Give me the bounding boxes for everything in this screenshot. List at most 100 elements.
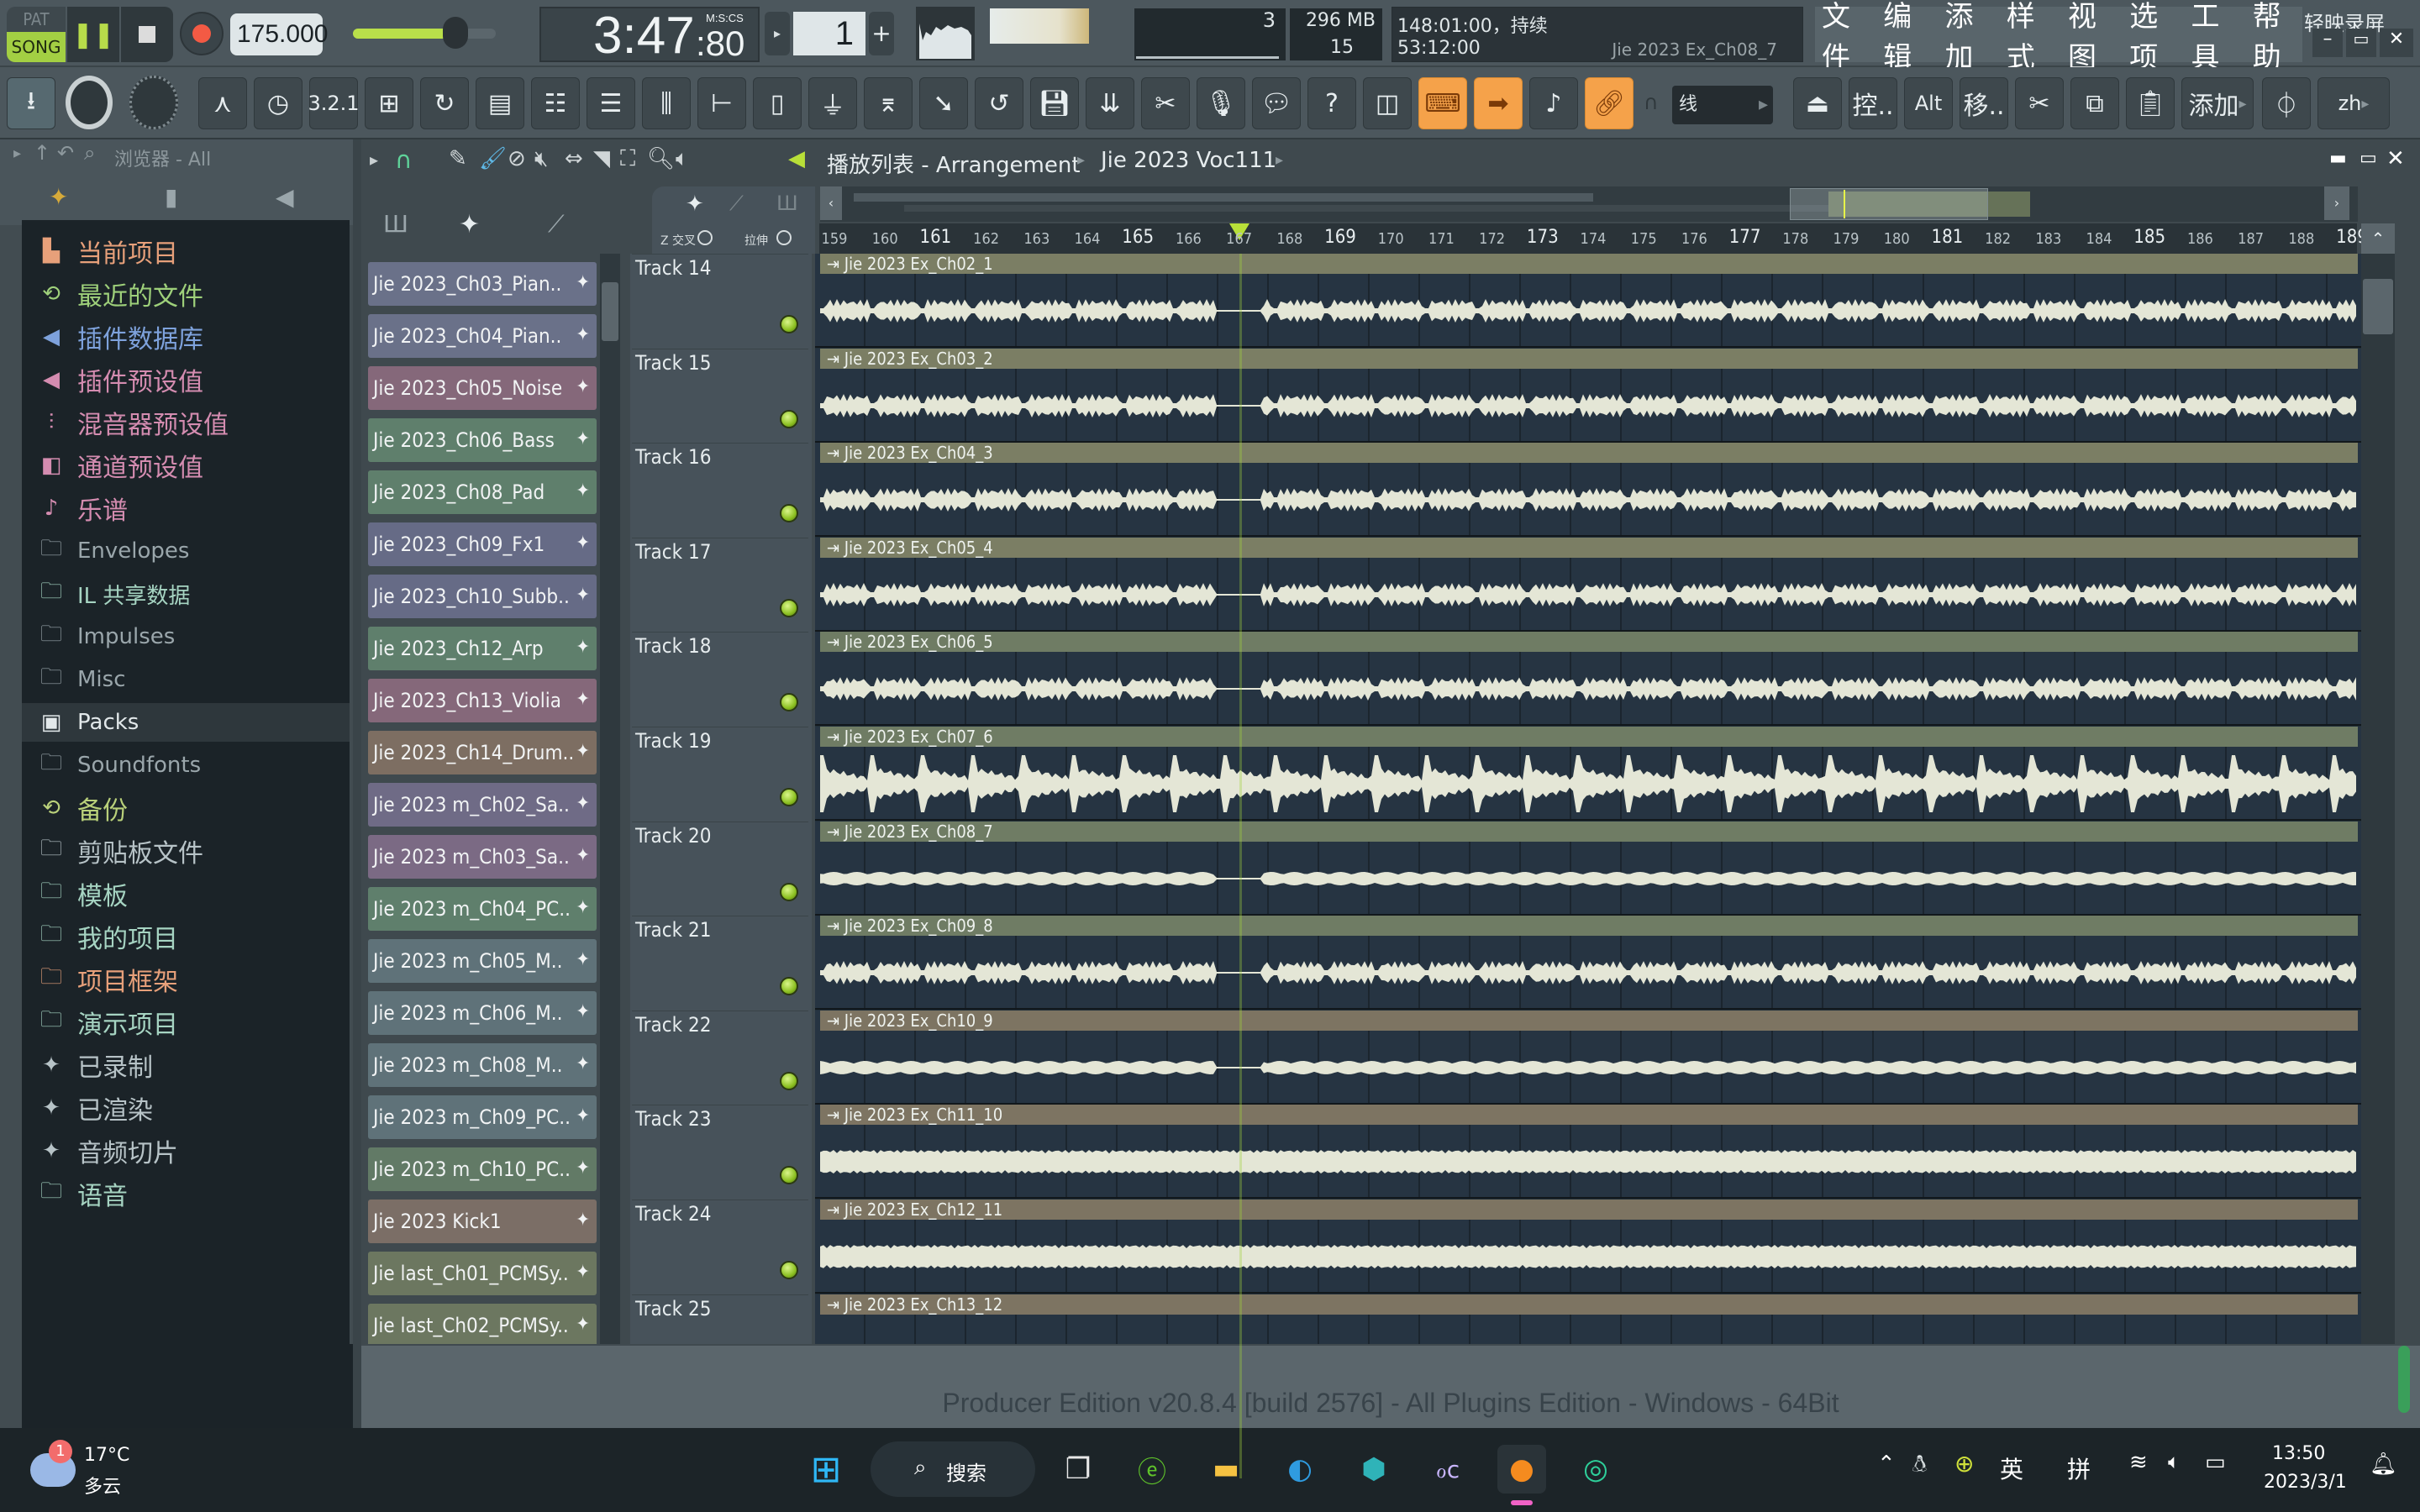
audio-clip[interactable]: ⇥ Jie 2023 Ex_Ch13_12 (820, 1294, 2358, 1315)
clock-time[interactable]: 13:50 (2272, 1443, 2325, 1464)
stretch-toggle[interactable] (776, 230, 792, 245)
browser-item[interactable]: ✦ 已渲染 (22, 1089, 350, 1127)
scroll-right-button[interactable]: › (2324, 186, 2349, 220)
browser-tab-project-icon[interactable]: ▮ (165, 183, 177, 211)
browser-item[interactable]: ▣ Packs (22, 703, 350, 742)
recorder-taskbar-button[interactable]: ◎ (1571, 1445, 1620, 1494)
browser-item[interactable]: 🗀︎ 语音 (22, 1174, 350, 1213)
track-lane[interactable]: ⇥ Jie 2023 Ex_Ch04_3 (815, 443, 2361, 538)
slip-tool-icon[interactable]: ⇔ (565, 146, 583, 171)
track-mute-led[interactable] (780, 504, 798, 523)
loop-record-button[interactable]: ↻ (420, 77, 469, 129)
song-position-clock[interactable]: 3:47 :80 M:S:CS (539, 7, 760, 64)
tempo-field[interactable]: 175.000 (230, 13, 328, 55)
track-lane[interactable]: ⇥ Jie 2023 Ex_Ch12_11 (815, 1200, 2361, 1294)
link-button[interactable]: 🔗︎ (1585, 77, 1634, 129)
app-oc-button[interactable]: ℴc (1423, 1445, 1472, 1494)
edison-button[interactable]: ✂ (1141, 77, 1190, 129)
track-lane[interactable]: ⇥ Jie 2023 Ex_Ch05_4 (815, 537, 2361, 632)
track-header[interactable]: Track 22 (632, 1010, 808, 1103)
up-arrow-icon[interactable]: ↑ (34, 141, 50, 165)
menu-item[interactable]: 样式 (2003, 0, 2056, 76)
step-forward-button[interactable]: ➡ (1474, 77, 1523, 129)
audio-clip[interactable]: ⇥ Jie 2023 Ex_Ch02_1 (820, 254, 2358, 274)
task-view-button[interactable]: ❐ (1054, 1445, 1102, 1494)
project-button[interactable]: ▯ (753, 77, 802, 129)
browser-item[interactable]: 🗀︎ IL 共享数据 (22, 575, 350, 613)
track-lane[interactable]: ⇥ Jie 2023 Ex_Ch09_8 (815, 916, 2361, 1011)
browser-item[interactable]: 🗀︎ 项目框架 (22, 960, 350, 999)
track-mute-led[interactable] (780, 693, 798, 712)
control-button[interactable]: 控.. (1849, 77, 1897, 129)
qq-icon[interactable]: 🐧︎ (1912, 1450, 1927, 1481)
playlist-overview-scrollbar[interactable]: ‹ › (820, 186, 2358, 222)
view-layout-button[interactable]: ◫ (1363, 77, 1412, 129)
pat-song-toggle[interactable]: PAT SONG (7, 7, 66, 62)
menu-item[interactable]: 添加 (1942, 0, 1995, 76)
song-mode[interactable]: SONG (7, 32, 66, 62)
browser-item[interactable]: ✦ 音频切片 (22, 1131, 350, 1170)
audio-clip[interactable]: ⇥ Jie 2023 Ex_Ch03_2 (820, 348, 2358, 369)
track-header[interactable]: Track 17 (632, 537, 808, 630)
channel-item[interactable]: Jie 2023_Ch04_Pian.. ✦ (368, 314, 597, 358)
copy-button[interactable]: ⧉ (2070, 77, 2119, 129)
online-button[interactable]: ➘ (919, 77, 968, 129)
channel-item[interactable]: Jie 2023_Ch10_Subb.. ✦ (368, 575, 597, 618)
master-volume-slider[interactable] (353, 17, 496, 49)
channel-item[interactable]: Jie 2023_Ch13_Violia ✦ (368, 679, 597, 722)
audio-clip[interactable]: ⇥ Jie 2023 Ex_Ch10_9 (820, 1010, 2358, 1031)
track-lane[interactable]: ⇥ Jie 2023 Ex_Ch07_6 (815, 727, 2361, 821)
tray-app-icon[interactable]: ⊕ (1954, 1450, 1974, 1478)
metronome-button[interactable]: ⋏ (198, 77, 247, 129)
crossfade-toggle[interactable] (697, 230, 713, 245)
track-mute-led[interactable] (780, 882, 798, 901)
browser-tab-plugins-icon[interactable]: ◀ (276, 183, 294, 211)
track-mute-led[interactable] (780, 598, 798, 617)
track-lanes[interactable]: ⇥ Jie 2023 Ex_Ch02_1 ⇥ Jie 2023 Ex_Ch03_2… (815, 254, 2361, 1478)
audio-clip[interactable]: ⇥ Jie 2023 Ex_Ch09_8 (820, 916, 2358, 937)
browser-item[interactable]: ✦ 已录制 (22, 1046, 350, 1084)
volume-icon[interactable]: 🔈︎ (2168, 1450, 2180, 1473)
plugin-picker-button[interactable]: ⏚ (808, 77, 857, 129)
track-mute-led[interactable] (780, 1071, 798, 1090)
playlist-minimize-button[interactable]: ▬ (2329, 148, 2347, 169)
automation-filter-icon[interactable]: ⟋ (548, 210, 565, 239)
track-header[interactable]: Track 16 (632, 443, 808, 535)
track-mute-led[interactable] (780, 1261, 798, 1279)
app-gem-button[interactable]: ⬢ (1349, 1445, 1398, 1494)
browser-tab-all-icon[interactable]: ✦ (49, 183, 68, 211)
track-header[interactable]: Track 23 (632, 1105, 808, 1197)
channel-item[interactable]: Jie 2023_Ch05_Noise ✦ (368, 366, 597, 410)
track-mute-led[interactable] (780, 315, 798, 333)
master-volume-handle[interactable] (443, 17, 469, 49)
browser-item[interactable]: 🗀︎ 模板 (22, 874, 350, 913)
split-button[interactable]: ⏀ (2262, 77, 2311, 129)
ime-mode[interactable]: 拼 (2067, 1452, 2091, 1485)
record-button[interactable] (180, 12, 224, 55)
track-header[interactable]: Track 14 (632, 254, 808, 346)
pencil-tool-icon[interactable]: ✎ (449, 146, 467, 171)
channel-item[interactable]: Jie 2023_Ch12_Arp ✦ (368, 627, 597, 670)
alt-button[interactable]: Alt (1904, 77, 1953, 129)
audio-clip[interactable]: ⇥ Jie 2023 Ex_Ch08_7 (820, 821, 2358, 842)
fl-studio-taskbar-button[interactable]: ● (1497, 1445, 1546, 1505)
menu-item[interactable]: 工具 (2188, 0, 2241, 76)
playlist-close-button[interactable]: ✕ (2386, 146, 2405, 171)
browser-item[interactable]: 🗀︎ 演示项目 (22, 1003, 350, 1042)
pattern-prev-button[interactable]: ▸ (765, 12, 790, 55)
menu-item[interactable]: 帮助 (2249, 0, 2302, 76)
channel-item[interactable]: Jie 2023 m_Ch09_PC.. ✦ (368, 1095, 597, 1139)
undo-icon[interactable]: ↶ (57, 141, 74, 165)
channel-item[interactable]: Jie 2023 m_Ch03_Sa.. ✦ (368, 835, 597, 879)
add-button[interactable]: 添加 ▸ (2181, 77, 2254, 129)
automation-icon[interactable]: ⟋ (729, 192, 744, 215)
track-lane[interactable]: ⇥ Jie 2023 Ex_Ch10_9 (815, 1010, 2361, 1105)
piano-icon[interactable]: Ш (776, 192, 798, 215)
browser-button[interactable]: ⊢ (697, 77, 746, 129)
vertical-scroll-thumb[interactable] (2363, 279, 2393, 334)
pat-mode[interactable]: PAT (7, 7, 66, 32)
timeline-ruler[interactable]: 159 160 161 162 163 164 165 166 167 168 169 170 171 1… (819, 223, 2368, 254)
track-mute-led[interactable] (780, 1166, 798, 1185)
search-box[interactable]: ⌕ 搜索 (871, 1441, 1035, 1497)
battery-icon[interactable]: ▭ (2205, 1450, 2226, 1475)
